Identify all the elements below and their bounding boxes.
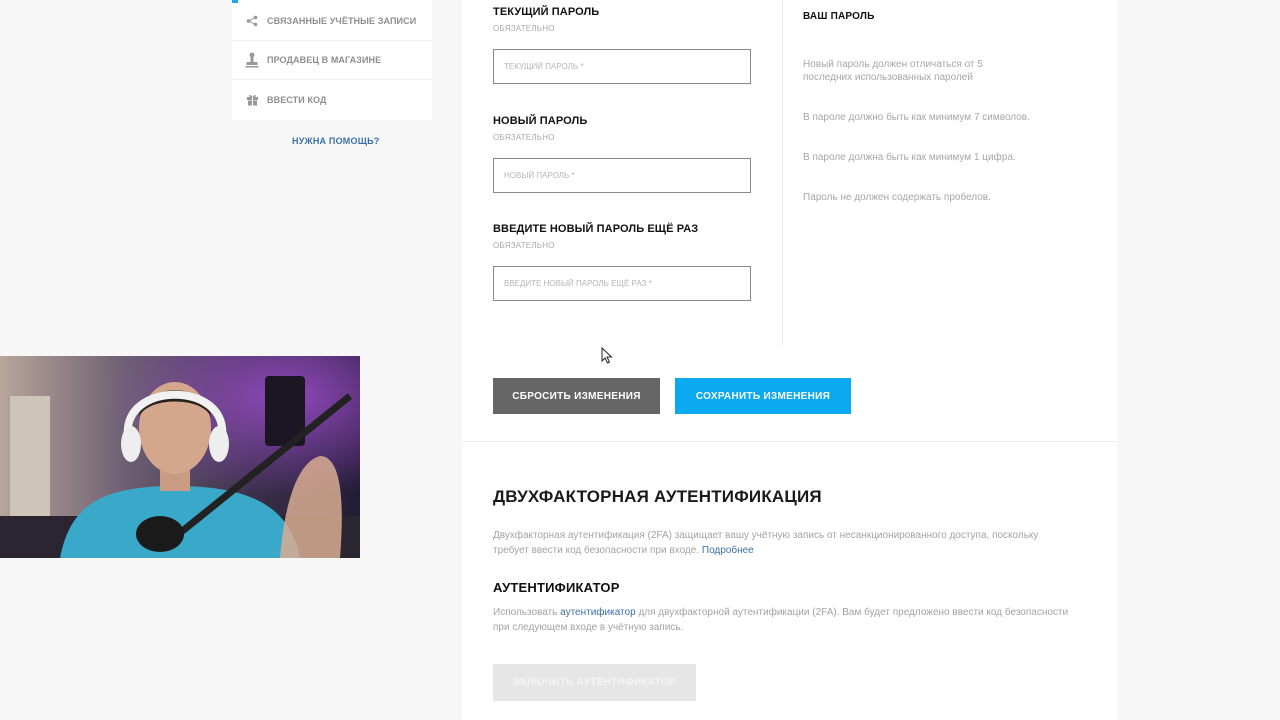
webcam-overlay	[0, 356, 360, 558]
enable-authenticator-button[interactable]: ВКЛЮЧИТЬ АУТЕНТИФИКАТОР	[493, 664, 696, 701]
two-factor-title: ДВУХФАКТОРНАЯ АУТЕНТИФИКАЦИЯ	[493, 487, 822, 506]
share-icon	[244, 13, 260, 29]
learn-more-link[interactable]: Подробнее	[702, 545, 754, 556]
save-changes-button[interactable]: СОХРАНИТЬ ИЗМЕНЕНИЯ	[675, 378, 851, 414]
sidebar-item-store-seller[interactable]: ПРОДАВЕЦ В МАГАЗИНЕ	[232, 41, 432, 80]
sidebar-item-linked-accounts[interactable]: СВЯЗАННЫЕ УЧЁТНЫЕ ЗАПИСИ	[232, 2, 432, 41]
confirm-password-input[interactable]	[493, 266, 751, 301]
new-password-title: НОВЫЙ ПАРОЛЬ	[493, 115, 588, 127]
authenticator-title: АУТЕНТИФИКАТОР	[493, 580, 620, 595]
sidebar-item-label: ПРОДАВЕЦ В МАГАЗИНЕ	[267, 55, 382, 65]
reset-changes-button[interactable]: СБРОСИТЬ ИЗМЕНЕНИЯ	[493, 378, 660, 414]
authenticator-text-prefix: Использовать	[493, 607, 558, 618]
required-label: ОБЯЗАТЕЛЬНО	[493, 241, 555, 250]
authenticator-description: Использовать аутентификатор для двухфакт…	[493, 605, 1083, 635]
divider	[462, 441, 1117, 442]
password-tip: Новый пароль должен отличаться от 5 посл…	[803, 59, 983, 83]
sidebar-item-redeem-code[interactable]: ВВЕСТИ КОД	[232, 80, 432, 119]
current-password-title: ТЕКУЩИЙ ПАРОЛЬ	[493, 6, 600, 18]
password-tips-title: ВАШ ПАРОЛЬ	[803, 11, 875, 22]
gift-icon	[244, 92, 260, 108]
mouse-cursor-icon	[601, 346, 613, 369]
current-password-input[interactable]	[493, 49, 751, 84]
help-link[interactable]: НУЖНА ПОМОЩЬ?	[292, 136, 379, 146]
password-tip: В пароле должна быть как минимум 1 цифра…	[803, 152, 1016, 163]
divider	[782, 0, 783, 345]
password-tip: Пароль не должен содержать пробелов.	[803, 192, 991, 203]
required-label: ОБЯЗАТЕЛЬНО	[493, 24, 555, 33]
webcam-feed-image	[0, 356, 360, 558]
sidebar-active-indicator	[232, 0, 238, 3]
two-factor-text: Двухфакторная аутентификация (2FA) защищ…	[493, 530, 1039, 556]
sidebar: СВЯЗАННЫЕ УЧЁТНЫЕ ЗАПИСИ ПРОДАВЕЦ В МАГА…	[232, 0, 432, 120]
sidebar-item-label: СВЯЗАННЫЕ УЧЁТНЫЕ ЗАПИСИ	[267, 16, 417, 26]
stamp-icon	[244, 52, 260, 68]
confirm-password-title: ВВЕДИТЕ НОВЫЙ ПАРОЛЬ ЕЩЁ РАЗ	[493, 223, 699, 235]
new-password-input[interactable]	[493, 158, 751, 193]
sidebar-item-label: ВВЕСТИ КОД	[267, 94, 327, 105]
authenticator-link[interactable]: аутентификатор	[560, 607, 636, 618]
two-factor-description: Двухфакторная аутентификация (2FA) защищ…	[493, 528, 1073, 558]
password-tip: В пароле должно быть как минимум 7 симво…	[803, 112, 1030, 123]
required-label: ОБЯЗАТЕЛЬНО	[493, 133, 555, 142]
